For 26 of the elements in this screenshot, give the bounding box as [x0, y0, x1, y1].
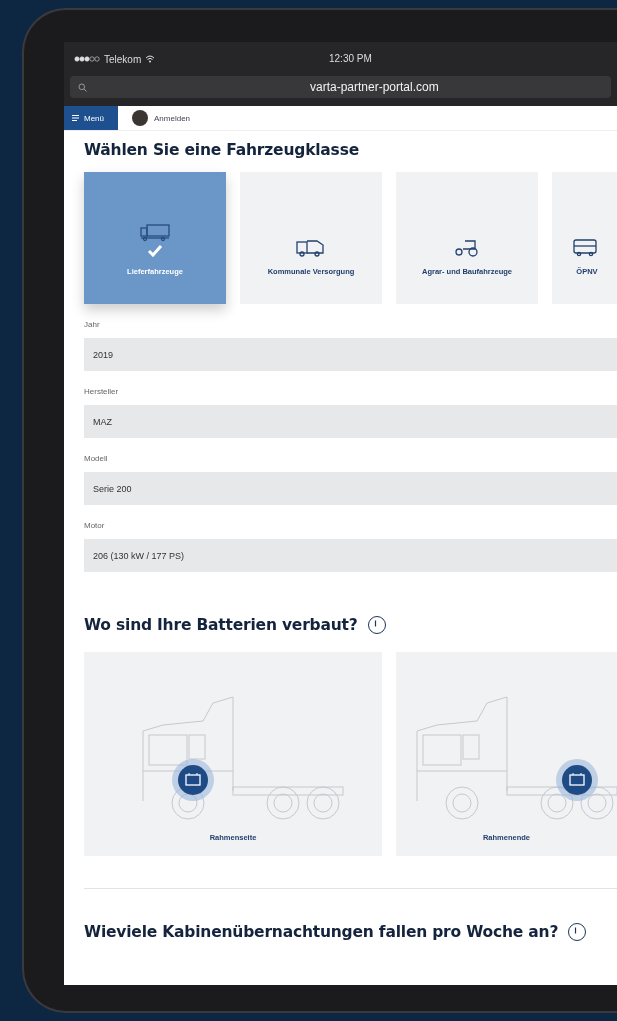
- signal-icon: [74, 56, 100, 62]
- menu-button[interactable]: Menü: [64, 106, 118, 130]
- address-bar[interactable]: varta-partner-portal.com: [70, 76, 611, 98]
- select-field[interactable]: 206 (130 kW / 177 PS): [84, 539, 617, 572]
- clock-time: 12:30 PM: [329, 53, 372, 64]
- page-url: varta-partner-portal.com: [310, 80, 439, 94]
- truck-icon: [139, 222, 171, 242]
- search-icon: [78, 82, 87, 92]
- checkmark-icon: [147, 244, 163, 257]
- field-label: Jahr: [84, 320, 101, 329]
- select-field[interactable]: 2019: [84, 338, 617, 371]
- login-link[interactable]: Anmelden: [132, 110, 191, 126]
- field-label: Modell: [84, 454, 109, 463]
- section-heading: Wo sind Ihre Batterien verbaut?: [84, 616, 358, 634]
- section-heading: Wählen Sie eine Fahrzeugklasse: [84, 141, 359, 159]
- avatar-icon: [132, 110, 148, 126]
- menu-icon: [72, 115, 79, 121]
- wifi-icon: [145, 55, 156, 63]
- carrier-name: Telekom: [104, 53, 142, 65]
- battery-marker-icon[interactable]: [555, 759, 598, 801]
- field-label: Motor: [84, 521, 106, 530]
- select-field[interactable]: MAZ: [84, 405, 617, 438]
- section-heading: Wieviele Kabinenübernachtungen fallen pro Woche an?: [84, 923, 559, 941]
- select-field[interactable]: Serie 200: [84, 472, 617, 505]
- field-label: Hersteller: [84, 387, 120, 396]
- battery-marker-icon[interactable]: [172, 759, 214, 801]
